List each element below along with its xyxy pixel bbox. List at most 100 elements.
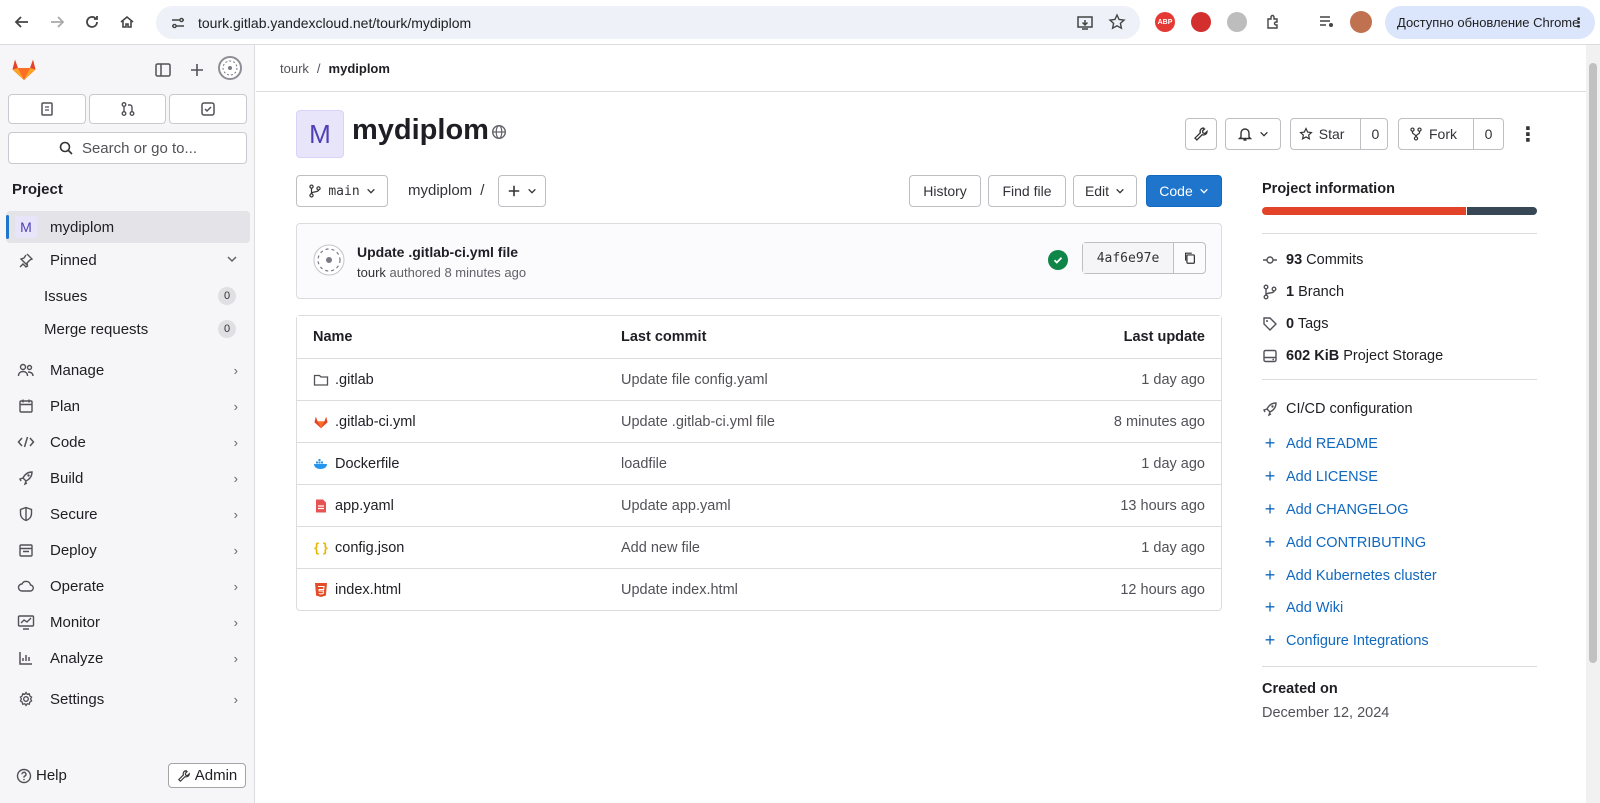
breadcrumb-parent[interactable]: tourk [280, 61, 309, 76]
admin-button[interactable]: Admin [168, 763, 246, 788]
repo-path-name[interactable]: mydiplom [408, 182, 472, 199]
extensions-puzzle-icon[interactable] [1262, 10, 1286, 34]
chrome-update-button[interactable]: Доступно обновление Chrome ⋮ [1385, 6, 1595, 39]
bookmark-star-icon[interactable] [1108, 13, 1126, 34]
notifications-dropdown[interactable] [1225, 118, 1281, 150]
gitlab-logo-icon[interactable] [10, 55, 38, 83]
sidebar-item-build[interactable]: Build › [6, 462, 250, 494]
sidebar-item-manage[interactable]: Manage › [6, 354, 250, 386]
file-name[interactable]: index.html [335, 582, 401, 598]
add-to-tree-dropdown[interactable] [498, 175, 546, 207]
more-actions-icon[interactable]: ⋮ [1518, 122, 1538, 146]
sidebar-item-pinned[interactable]: Pinned [6, 244, 250, 276]
sidebar-shortcuts [8, 94, 248, 124]
forward-icon[interactable] [45, 10, 69, 34]
install-app-icon[interactable] [1076, 14, 1094, 35]
globe-extension-icon[interactable] [1227, 12, 1247, 32]
star-button[interactable]: Star [1289, 118, 1355, 150]
copy-icon[interactable] [1173, 243, 1205, 273]
add-wiki-link[interactable]: + Add Wiki [1262, 597, 1343, 618]
add-license-link[interactable]: + Add LICENSE [1262, 466, 1378, 487]
add-kubernetes-link[interactable]: + Add Kubernetes cluster [1262, 565, 1437, 586]
scrollbar[interactable] [1586, 45, 1600, 803]
file-commit[interactable]: Update index.html [621, 582, 738, 598]
configure-integrations-link[interactable]: + Configure Integrations [1262, 630, 1429, 651]
extension-red-icon[interactable] [1191, 12, 1211, 32]
table-row[interactable]: .gitlab-ci.yml Update .gitlab-ci.yml fil… [297, 400, 1221, 442]
file-commit[interactable]: Update app.yaml [621, 498, 731, 514]
monitor-icon [14, 614, 38, 630]
project-settings-button[interactable] [1185, 118, 1217, 150]
sidebar-item-settings[interactable]: Settings › [6, 683, 250, 715]
table-row[interactable]: .gitlab Update file config.yaml 1 day ag… [297, 358, 1221, 400]
sidebar-item-secure[interactable]: Secure › [6, 498, 250, 530]
user-avatar[interactable] [218, 56, 242, 80]
file-commit[interactable]: loadfile [621, 456, 667, 472]
table-row[interactable]: index.html Update index.html 12 hours ag… [297, 568, 1221, 610]
file-commit[interactable]: Update file config.yaml [621, 372, 768, 388]
add-contributing-link[interactable]: + Add CONTRIBUTING [1262, 532, 1426, 553]
file-commit[interactable]: Add new file [621, 540, 700, 556]
profile-avatar[interactable] [1350, 11, 1372, 33]
help-button[interactable]: Help [16, 767, 67, 784]
back-icon[interactable] [10, 10, 34, 34]
merge-request-icon [121, 102, 134, 116]
star-count[interactable]: 0 [1360, 118, 1389, 150]
edit-dropdown[interactable]: Edit [1073, 175, 1137, 207]
chevron-right-icon: › [233, 398, 238, 414]
breadcrumb-current[interactable]: mydiplom [329, 61, 390, 76]
create-new-icon[interactable] [184, 57, 210, 83]
sidebar-item-code[interactable]: Code › [6, 426, 250, 458]
file-name[interactable]: .gitlab-ci.yml [335, 414, 416, 430]
sidebar-item-plan[interactable]: Plan › [6, 390, 250, 422]
code-dropdown[interactable]: Code [1146, 175, 1222, 207]
fork-count[interactable]: 0 [1473, 118, 1503, 150]
todo-list-button[interactable] [169, 94, 248, 124]
search-button[interactable]: Search or go to... [8, 132, 247, 164]
table-row[interactable]: Dockerfile loadfile 1 day ago [297, 442, 1221, 484]
storage-link[interactable]: 602 KiB Project Storage [1262, 348, 1443, 364]
branch-selector[interactable]: main [296, 175, 388, 207]
find-file-button[interactable]: Find file [988, 175, 1066, 207]
tags-link[interactable]: 0 Tags [1262, 316, 1329, 332]
media-queue-icon[interactable] [1315, 10, 1339, 34]
file-name[interactable]: config.json [335, 540, 404, 556]
address-bar[interactable]: tourk.gitlab.yandexcloud.net/tourk/mydip… [156, 6, 1140, 39]
pipeline-passed-icon[interactable] [1048, 250, 1068, 270]
commit-title[interactable]: Update .gitlab-ci.yml file [357, 244, 518, 260]
sidebar-item-issues[interactable]: Issues 0 [6, 280, 250, 312]
commit-author-avatar[interactable] [313, 244, 345, 276]
table-row[interactable]: { } config.json Add new file 1 day ago [297, 526, 1221, 568]
file-name[interactable]: app.yaml [335, 498, 394, 514]
add-changelog-link[interactable]: + Add CHANGELOG [1262, 499, 1409, 520]
chevron-down-icon [1116, 188, 1124, 194]
assigned-issues-button[interactable] [8, 94, 86, 124]
file-name[interactable]: .gitlab [335, 372, 374, 388]
reload-icon[interactable] [80, 10, 104, 34]
fork-button[interactable]: Fork [1399, 118, 1467, 150]
merge-requests-button[interactable] [88, 94, 167, 124]
sidebar-toggle-icon[interactable] [150, 57, 176, 83]
sidebar-item-merge-requests[interactable]: Merge requests 0 [6, 313, 250, 345]
adblock-icon[interactable]: ABP [1155, 12, 1175, 32]
table-row[interactable]: app.yaml Update app.yaml 13 hours ago [297, 484, 1221, 526]
sidebar-item-label: Code [50, 433, 86, 451]
history-button[interactable]: History [909, 175, 981, 207]
file-name[interactable]: Dockerfile [335, 456, 399, 472]
sidebar-item-deploy[interactable]: Deploy › [6, 534, 250, 566]
sidebar-item-operate[interactable]: Operate › [6, 570, 250, 602]
site-settings-icon[interactable] [168, 13, 188, 33]
file-commit[interactable]: Update .gitlab-ci.yml file [621, 414, 775, 430]
sidebar-item-label: Operate [50, 577, 105, 595]
sidebar-item-analyze[interactable]: Analyze › [6, 642, 250, 674]
commit-author[interactable]: tourk [357, 265, 386, 280]
sidebar-item-monitor[interactable]: Monitor › [6, 606, 250, 638]
add-readme-link[interactable]: + Add README [1262, 433, 1378, 454]
commit-sha-text[interactable]: 4af6e97e [1083, 243, 1173, 273]
scrollbar-thumb[interactable] [1589, 63, 1597, 663]
cicd-config-link[interactable]: CI/CD configuration [1262, 401, 1413, 417]
commits-link[interactable]: 93 Commits [1262, 252, 1363, 268]
sidebar-item-project[interactable]: M mydiplom [6, 211, 250, 243]
branches-link[interactable]: 1 Branch [1262, 284, 1344, 300]
home-icon[interactable] [115, 10, 139, 34]
